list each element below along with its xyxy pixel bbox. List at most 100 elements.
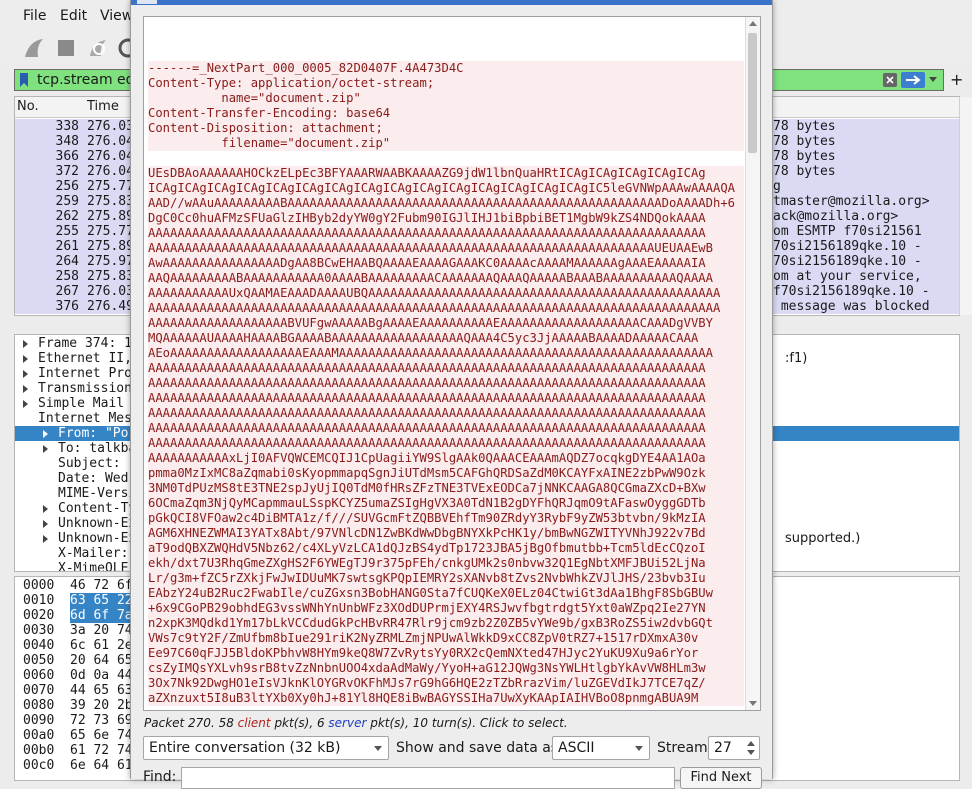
hex-row[interactable]: 0070 44 65 63 [23, 683, 133, 698]
collapsed-arrow-icon[interactable] [23, 340, 28, 348]
hex-offset: 0050 [23, 653, 55, 668]
collapsed-arrow-icon[interactable] [43, 535, 48, 543]
collapsed-arrow-icon[interactable] [23, 400, 28, 408]
hex-row[interactable]: 00c0 6e 64 61 [23, 758, 133, 773]
packet-cell-no: 259 [55, 194, 79, 209]
packet-cell-no: 264 [55, 254, 79, 269]
hex-bytes: 0d 0a 44 [70, 668, 133, 683]
hex-bytes: 65 6e 74 [70, 728, 133, 743]
hex-row[interactable]: 0030 3a 20 74 [23, 623, 133, 638]
packet-cell-no: 267 [55, 284, 79, 299]
chevron-down-icon [374, 746, 382, 751]
stream-number-spinbox[interactable]: 27 [708, 736, 760, 760]
scroll-up-icon[interactable] [749, 21, 757, 26]
dialog-app-icon [137, 0, 157, 4]
show-save-label: Show and save data as [396, 740, 559, 756]
hex-row[interactable]: 0020 6d 6f 7a [23, 608, 133, 623]
packet-cell-no: 261 [55, 239, 79, 254]
column-header-time[interactable]: Time [87, 99, 119, 114]
packet-list-scrollbar[interactable] [959, 97, 972, 315]
spin-down-icon[interactable] [747, 750, 755, 755]
collapsed-arrow-icon[interactable] [43, 520, 48, 528]
hex-bytes: 44 65 63 [70, 683, 133, 698]
collapsed-arrow-icon[interactable] [23, 385, 28, 393]
hex-row[interactable]: 0060 0d 0a 44 [23, 668, 133, 683]
hex-row[interactable]: 0010 63 65 22 [23, 593, 133, 608]
hex-row[interactable]: 0000 46 72 6f [23, 578, 133, 593]
column-header-no[interactable]: No. [17, 99, 39, 114]
collapsed-arrow-icon[interactable] [43, 445, 48, 453]
hex-bytes: 72 73 69 [70, 713, 133, 728]
stream-line: Content-Disposition: attachment; [148, 121, 744, 136]
restart-capture-icon[interactable] [86, 36, 110, 60]
apply-filter-icon[interactable] [901, 72, 925, 88]
stream-line: 6OCmaZqm3NjQyMCapmmauLSspKCYZ5umaZSIgHgV… [148, 496, 744, 511]
stream-line: AGM6XHNEZWMAI3YATx8Abt/97VNlcDN1ZwBKdWwD… [148, 526, 744, 541]
stream-line: AAAAAAAAAAAAAAAAAAAAAAAAAAAAAAAAAAAAAAAA… [148, 421, 744, 436]
spin-up-icon[interactable] [747, 741, 755, 746]
packet-cell-info: 78 bytes [773, 149, 836, 164]
hex-row[interactable]: 00a0 65 6e 74 [23, 728, 133, 743]
stream-line: n2xpK3MQdkd1Ym17bLkVCCdudGkPcHBvRR47Rlr9… [148, 616, 744, 631]
find-label: Find: [143, 769, 177, 785]
stream-line: Content-Transfer-Encoding: base64 [148, 106, 744, 121]
stream-summary[interactable]: Packet 270. 58 client pkt(s), 6 server p… [144, 716, 568, 730]
filter-history-dropdown-icon[interactable] [929, 77, 937, 82]
hex-row[interactable]: 00b0 61 72 74 [23, 743, 133, 758]
stream-scrollbar[interactable] [745, 17, 760, 710]
detail-label: Simple Mail [38, 396, 125, 411]
stream-content-view[interactable]: ------=_NextPart_000_0005_82D0407F.4A473… [143, 16, 761, 711]
menu-file[interactable]: File [23, 8, 46, 24]
hex-offset: 00c0 [23, 758, 55, 773]
stream-line: AwAAAAAAAAAAAAAAAADgAA8BCwEHAABQAAAAEAAA… [148, 256, 744, 271]
hex-row[interactable]: 0090 72 73 69 [23, 713, 133, 728]
bookmark-icon[interactable] [19, 73, 29, 87]
stream-line: VWs7c9tY2F/ZmUfbm8bIue291riK2NyZRMLZmjNP… [148, 631, 744, 646]
detail-label: To: talkba [58, 441, 137, 456]
packet-cell-time: 275.89 [87, 209, 134, 224]
shark-fin-start-icon[interactable] [22, 36, 46, 60]
detail-label: From: "Pos [58, 426, 137, 441]
stream-scroll-thumb[interactable] [748, 33, 757, 153]
stream-text[interactable]: ------=_NextPart_000_0005_82D0407F.4A473… [148, 61, 744, 706]
stream-line: csZyIMQsYXLvh9srB8tvZzNnbnUOO4xdaAdMaWy/… [148, 661, 744, 676]
clear-filter-icon[interactable] [883, 73, 897, 87]
menu-view[interactable]: View [100, 8, 133, 24]
find-input[interactable] [181, 767, 675, 789]
dialog-title-bar [131, 0, 772, 5]
collapsed-arrow-icon[interactable] [43, 430, 48, 438]
data-format-value: ASCII [558, 740, 595, 756]
add-filter-button[interactable]: + [950, 70, 963, 89]
hex-row[interactable]: 0080 39 20 2b [23, 698, 133, 713]
find-next-button[interactable]: Find Next [680, 767, 762, 789]
stream-line: name="document.zip" [148, 91, 744, 106]
packet-cell-no: 258 [55, 269, 79, 284]
stream-line: DgC0Cc0huAFMzSFUaGlzIHByb2dyYW0gY2Fubm90… [148, 211, 744, 226]
hex-row[interactable]: 0050 20 64 65 [23, 653, 133, 668]
collapsed-arrow-icon[interactable] [23, 355, 28, 363]
collapsed-arrow-icon[interactable] [43, 505, 48, 513]
packet-cell-time: 275.97 [87, 254, 134, 269]
packet-cell-time: 276.04 [87, 134, 134, 149]
hex-row[interactable]: 0040 6c 61 2e [23, 638, 133, 653]
collapsed-arrow-icon[interactable] [23, 370, 28, 378]
packet-cell-time: 276.03 [87, 119, 134, 134]
stream-line: AAAAAAAAAAAAAAAAAAAAAAAAAAAAAAAAAAAAAAAA… [148, 361, 744, 376]
summary-client: client [237, 716, 271, 730]
hex-offset: 0090 [23, 713, 55, 728]
stream-line: pmma0MzIxMC8aZqmabi0sKyopmmapqSgnJiUTdMs… [148, 466, 744, 481]
packet-cell-info: ack@mozilla.org> [773, 209, 899, 224]
detail-label: Unknown-Ex [58, 531, 137, 546]
stop-capture-icon[interactable] [54, 36, 78, 60]
hex-offset: 00b0 [23, 743, 55, 758]
conversation-select[interactable]: Entire conversation (32 kB) [143, 736, 389, 760]
scroll-down-icon[interactable] [749, 701, 757, 706]
stream-line: AAQAAAAAAAAABAAAAAAAAAAA0AAAABAAAAAAAAAC… [148, 271, 744, 286]
packet-cell-time: 275.83 [87, 269, 134, 284]
data-format-select[interactable]: ASCII [552, 736, 650, 760]
display-filter-input[interactable]: tcp.stream eq [37, 72, 135, 88]
summary-middle: pkt(s), 6 [270, 716, 329, 730]
menu-edit[interactable]: Edit [60, 8, 87, 24]
stream-line: ekh/dxt7U3RhqGmeZXgHS2F6YWEgTJ9r375pFEh/… [148, 556, 744, 571]
summary-server: server [328, 716, 367, 730]
